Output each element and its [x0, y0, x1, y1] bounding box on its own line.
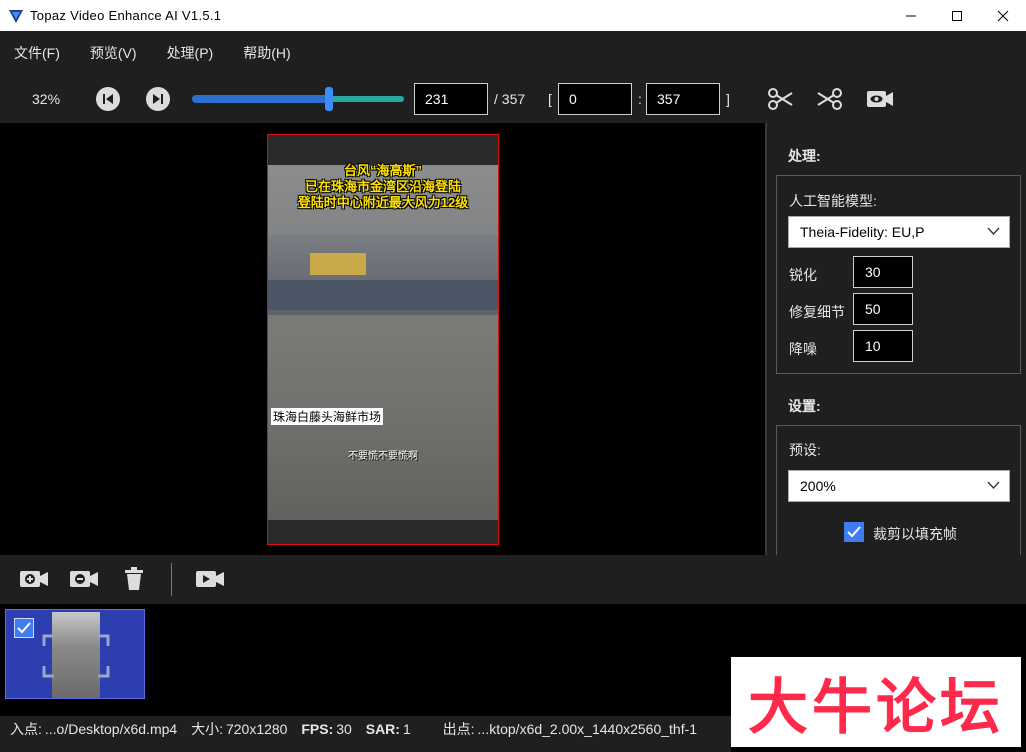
fps-label: FPS:: [301, 721, 334, 737]
maximize-icon: [952, 10, 962, 21]
close-button[interactable]: [980, 0, 1026, 31]
restore-detail-input[interactable]: 50: [853, 293, 913, 325]
frame-wiper: [268, 520, 498, 544]
settings-group: 预设: 200% 裁剪以填充帧: [776, 425, 1021, 555]
video-subtitle: 不要慌不要慌啊: [348, 451, 418, 462]
chevron-down-icon: [987, 481, 1000, 489]
range-colon: :: [638, 91, 642, 107]
previous-frame-button[interactable]: [96, 87, 120, 111]
video-remove-icon: [70, 571, 98, 587]
restore-detail-label: 修复细节: [789, 304, 845, 320]
range-end-input[interactable]: 357: [646, 83, 720, 115]
chevron-down-icon: [987, 227, 1000, 235]
video-play-icon: [196, 571, 224, 587]
preset-label: 预设:: [789, 442, 821, 458]
watermark-text: 大牛论坛: [748, 672, 1004, 743]
remove-video-button[interactable]: [69, 566, 99, 592]
preset-dropdown[interactable]: 200%: [788, 470, 1010, 502]
checkmark-icon: [847, 526, 861, 538]
title-bar: Topaz Video Enhance AI V1.5.1: [0, 0, 1026, 31]
processing-group: 人工智能模型: Theia-Fidelity: EU,P 锐化 30 修复细节 …: [776, 175, 1021, 374]
zoom-level[interactable]: 32%: [32, 91, 60, 107]
fps-value: 30: [336, 721, 352, 737]
split-button[interactable]: [816, 87, 844, 111]
process-video-button[interactable]: [195, 566, 225, 592]
caption-line-1: 台风“海高斯”: [343, 163, 422, 178]
settings-title: 设置:: [788, 398, 821, 414]
size-value: 720x1280: [225, 721, 288, 737]
frame-slider[interactable]: [192, 87, 404, 111]
close-icon: [997, 10, 1009, 21]
settings-panel: 处理: 人工智能模型: Theia-Fidelity: EU,P 锐化 30 修…: [765, 123, 1026, 555]
preview-camera-button[interactable]: [866, 87, 894, 111]
checkmark-icon: [17, 622, 31, 634]
ai-model-label: 人工智能模型:: [789, 193, 877, 209]
window-title: Topaz Video Enhance AI V1.5.1: [30, 8, 222, 23]
skip-back-icon: [103, 94, 113, 104]
cut-button[interactable]: [766, 87, 794, 111]
frame-floodwater: [268, 320, 498, 544]
range-open-bracket: [: [548, 91, 552, 107]
menu-help[interactable]: 帮助(H): [243, 43, 290, 63]
denoise-label: 降噪: [789, 341, 817, 357]
menu-file[interactable]: 文件(F): [14, 43, 60, 63]
video-preview[interactable]: 台风“海高斯” 已在珠海市金湾区沿海登陆 登陆时中心附近最大风力12级 珠海白藤…: [0, 123, 765, 555]
sar-label: SAR:: [365, 721, 400, 737]
maximize-button[interactable]: [934, 0, 980, 31]
location-label: 珠海白藤头海鲜市场: [271, 408, 384, 425]
next-frame-button[interactable]: [146, 87, 170, 111]
toolbar-divider: [171, 563, 172, 596]
range-start-input[interactable]: 0: [558, 83, 632, 115]
caption-line-3: 登陆时中心附近最大风力12级: [297, 195, 469, 210]
crop-to-fill-label: 裁剪以填充帧: [873, 526, 957, 542]
clip-toolbar: [0, 555, 1026, 604]
total-frames: / 357: [494, 91, 526, 107]
video-frame: 台风“海高斯” 已在珠海市金湾区沿海登陆 登陆时中心附近最大风力12级 珠海白藤…: [267, 134, 499, 545]
sar-value: 1: [402, 721, 411, 737]
slider-thumb[interactable]: [325, 87, 334, 111]
trash-icon: [125, 567, 143, 590]
menu-preview[interactable]: 预览(V): [90, 43, 137, 63]
ai-model-dropdown[interactable]: Theia-Fidelity: EU,P: [788, 216, 1010, 248]
processing-title: 处理:: [788, 148, 821, 164]
frame-building-base: [268, 280, 498, 310]
menu-bar: 文件(F) 预览(V) 处理(P) 帮助(H): [0, 31, 1026, 75]
input-path-value: ...o/Desktop/x6d.mp4: [44, 721, 178, 737]
status-bar: 入点: ...o/Desktop/x6d.mp4 大小: 720x1280 FPS:…: [0, 716, 731, 752]
output-path-label: 出点:: [442, 721, 475, 737]
playback-toolbar: 32% 231 / 357 [ 0 : 357 ]: [0, 75, 1026, 123]
range-close-bracket: ]: [726, 91, 730, 107]
crop-to-fill-checkbox[interactable]: [844, 522, 864, 542]
ai-model-value: Theia-Fidelity: EU,P: [800, 224, 925, 240]
skip-forward-icon: [153, 94, 163, 104]
denoise-input[interactable]: 10: [853, 330, 913, 362]
frame-top-band: [268, 135, 498, 165]
add-video-button[interactable]: [19, 566, 49, 592]
preset-value: 200%: [800, 478, 836, 494]
caption-line-2: 已在珠海市金湾区沿海登陆: [304, 179, 461, 194]
split-scissors-icon: [817, 88, 842, 110]
frame-sign: [310, 253, 366, 275]
input-path-label: 入点:: [10, 721, 42, 737]
sharpen-input[interactable]: 30: [853, 256, 913, 288]
current-frame-input[interactable]: 231: [414, 83, 488, 115]
delete-button[interactable]: [119, 566, 149, 592]
video-add-icon: [20, 571, 48, 587]
camera-eye-icon: [867, 91, 893, 107]
clip-thumbnail[interactable]: [5, 609, 145, 699]
app-logo-icon: [9, 9, 23, 23]
sharpen-label: 锐化: [789, 267, 817, 283]
minimize-button[interactable]: [888, 0, 934, 31]
size-label: 大小:: [191, 721, 223, 737]
scissors-icon: [768, 88, 793, 110]
minimize-icon: [906, 15, 916, 16]
menu-process[interactable]: 处理(P): [167, 43, 214, 63]
slider-fill: [192, 95, 330, 103]
output-path-value: ...ktop/x6d_2.00x_1440x2560_thf-1: [477, 721, 698, 737]
clip-select-checkbox[interactable]: [14, 618, 34, 638]
video-frame-overlay-icon: [42, 634, 110, 678]
forum-watermark: 大牛论坛: [731, 657, 1021, 747]
